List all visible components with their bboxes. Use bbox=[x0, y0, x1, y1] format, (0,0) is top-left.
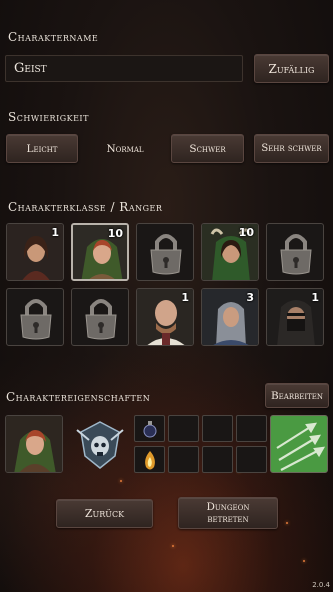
class-slot[interactable]: 1 bbox=[6, 223, 64, 281]
equipment-slot[interactable] bbox=[236, 415, 267, 442]
ranger-portrait-icon bbox=[6, 416, 62, 472]
ember bbox=[120, 480, 122, 482]
fire-flask-icon bbox=[145, 451, 155, 470]
edit-traits-button[interactable]: Bearbeiten bbox=[265, 383, 329, 408]
arrow-volley-skill-icon bbox=[271, 416, 327, 472]
difficulty-hard-button[interactable]: Schwer bbox=[171, 134, 244, 163]
class-slot-locked[interactable] bbox=[136, 223, 194, 281]
ember bbox=[172, 545, 174, 547]
class-count-badge: 10 bbox=[238, 226, 254, 239]
equipment-slot[interactable] bbox=[168, 446, 199, 473]
difficulty-normal-button[interactable]: Normal bbox=[90, 134, 160, 163]
difficulty-very-hard-button[interactable]: Sehr schwer bbox=[254, 134, 329, 163]
trait-emblem-slot[interactable] bbox=[70, 415, 128, 473]
class-slot[interactable]: 10 bbox=[71, 223, 129, 281]
skill-slot[interactable] bbox=[270, 415, 328, 473]
ember bbox=[286, 522, 288, 524]
traits-section-title: Charaktereigenschaften bbox=[6, 390, 151, 404]
padlock-icon bbox=[20, 299, 52, 340]
class-slot[interactable]: 1 bbox=[136, 288, 194, 346]
class-slot[interactable]: 3 bbox=[201, 288, 259, 346]
difficulty-section-title: Schwierigkeit bbox=[8, 110, 89, 124]
class-slot-locked[interactable] bbox=[71, 288, 129, 346]
equipment-slot[interactable] bbox=[202, 446, 233, 473]
class-section-title: Charakterklasse / Ranger bbox=[8, 200, 163, 214]
equipment-slot[interactable] bbox=[168, 415, 199, 442]
ember bbox=[303, 560, 305, 562]
version-label: 2.0.4 bbox=[312, 581, 330, 589]
padlock-icon bbox=[280, 234, 312, 275]
class-slot-locked[interactable] bbox=[6, 288, 64, 346]
dark-potion-icon bbox=[143, 421, 157, 438]
enter-dungeon-button[interactable]: Dungeon betreten bbox=[178, 497, 278, 529]
class-slot-locked[interactable] bbox=[266, 223, 324, 281]
padlock-icon bbox=[150, 234, 182, 275]
trait-portrait-slot[interactable] bbox=[5, 415, 63, 473]
equipment-slot[interactable] bbox=[134, 446, 165, 473]
skull-shield-emblem-icon bbox=[76, 421, 124, 469]
name-section-title: Charaktername bbox=[8, 30, 99, 44]
class-count-badge: 1 bbox=[311, 291, 319, 304]
equipment-slot[interactable] bbox=[202, 415, 233, 442]
random-name-button[interactable]: Zufällig bbox=[254, 54, 329, 83]
class-slot[interactable]: 1 bbox=[266, 288, 324, 346]
back-button[interactable]: Zurück bbox=[56, 499, 153, 528]
difficulty-easy-button[interactable]: Leicht bbox=[6, 134, 78, 163]
class-count-badge: 10 bbox=[107, 227, 123, 240]
class-count-badge: 1 bbox=[51, 226, 59, 239]
equipment-slot[interactable] bbox=[236, 446, 267, 473]
character-name-input[interactable]: Geist bbox=[5, 55, 243, 82]
class-count-badge: 3 bbox=[246, 291, 254, 304]
padlock-icon bbox=[85, 299, 117, 340]
class-slot[interactable]: 10 bbox=[201, 223, 259, 281]
class-count-badge: 1 bbox=[181, 291, 189, 304]
equipment-slot[interactable] bbox=[134, 415, 165, 442]
